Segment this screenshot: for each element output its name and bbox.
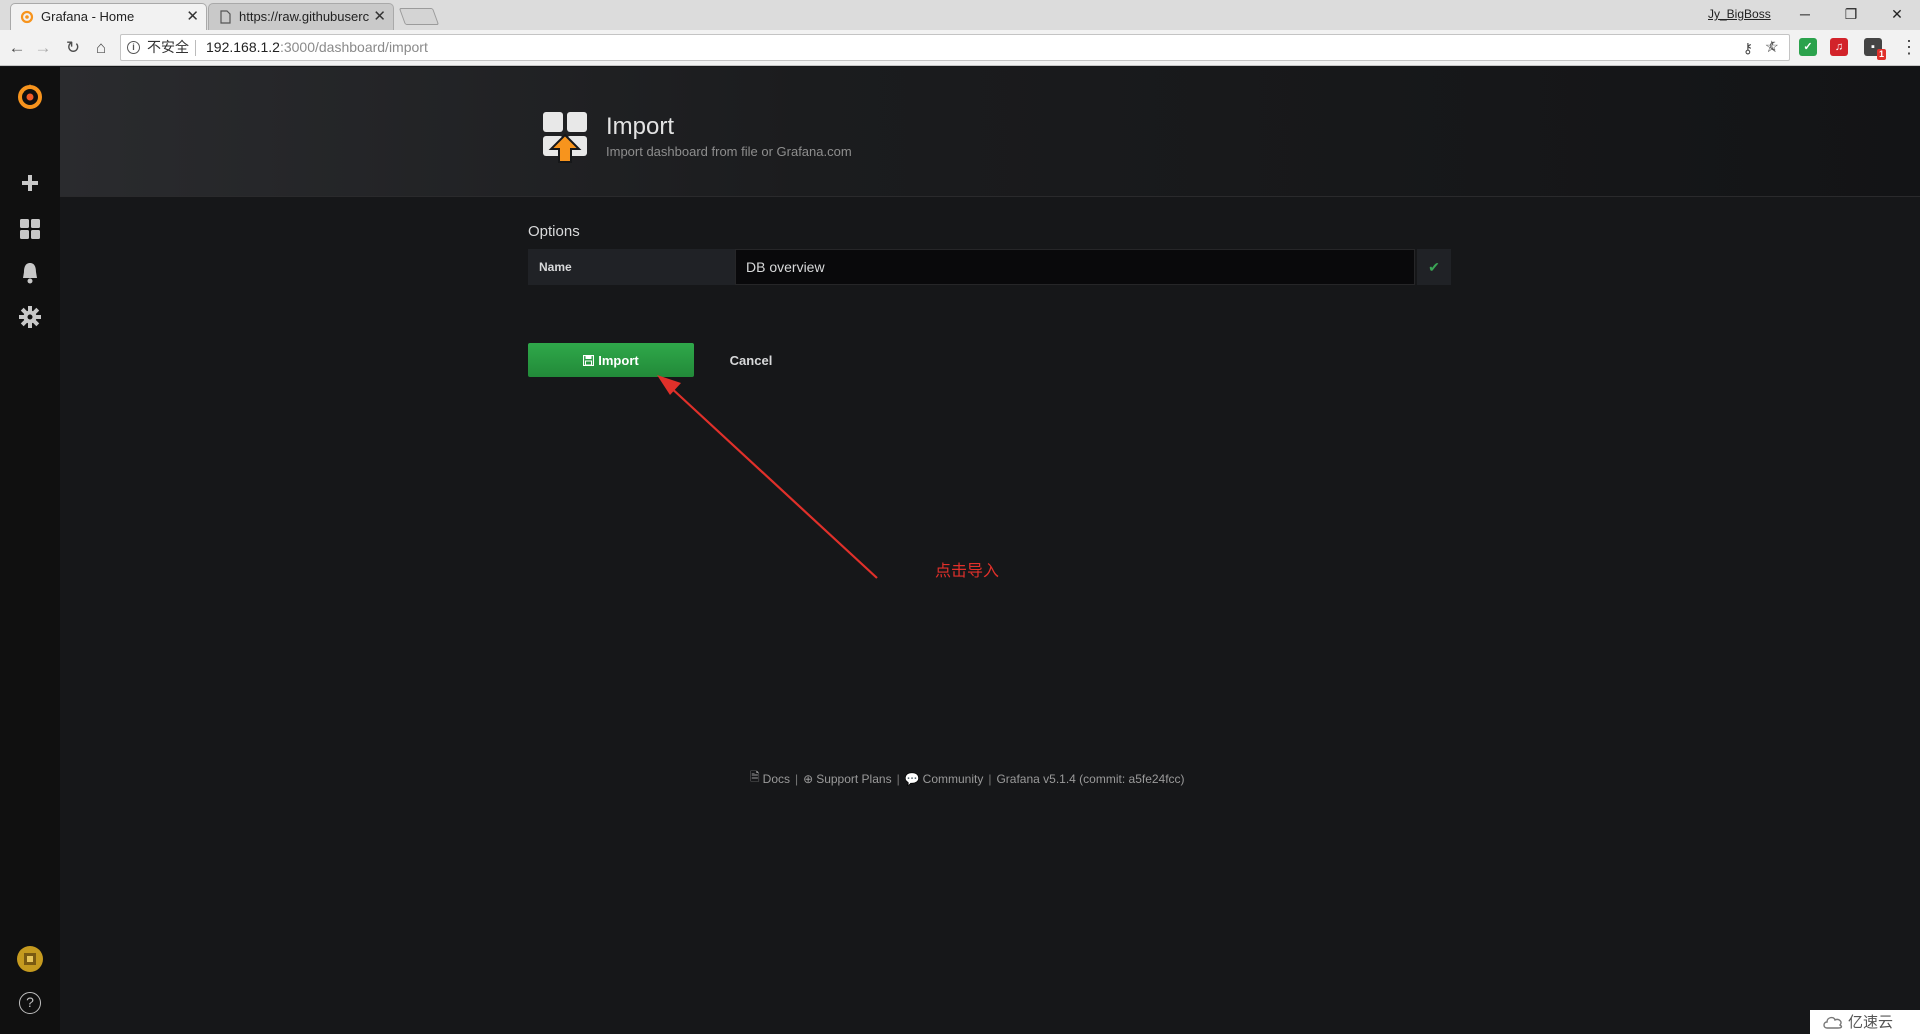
extension-badge: 1 <box>1876 49 1886 60</box>
footer-docs-link[interactable]: 🗎 Docs <box>750 768 790 789</box>
grid-icon <box>20 219 40 239</box>
url-path: :3000/dashboard/import <box>279 39 428 55</box>
watermark: 亿速云 <box>1810 1010 1920 1034</box>
tab-grafana-home[interactable]: Grafana - Home ✕ <box>10 3 207 30</box>
document-icon <box>220 10 231 24</box>
avatar <box>17 946 43 972</box>
browser-titlebar: Grafana - Home ✕ https://raw.githubuserc… <box>0 0 1920 30</box>
footer-support-label: Support Plans <box>816 771 892 786</box>
browser-menu-icon[interactable]: ⋮ <box>1900 36 1918 58</box>
footer-support-link[interactable]: ⊕ Support Plans <box>803 772 891 786</box>
footer-separator: | <box>795 771 799 786</box>
grafana-sidemenu: ? <box>0 67 60 1034</box>
divider <box>195 40 196 56</box>
footer-separator: | <box>896 771 900 786</box>
extension-notification-icon[interactable]: ▪ 1 <box>1864 38 1886 60</box>
home-icon[interactable]: ⌂ <box>88 35 114 61</box>
user-avatar[interactable] <box>0 939 60 979</box>
tab-title: Grafana - Home <box>41 9 135 24</box>
annotation-label: 点击导入 <box>935 561 1000 580</box>
dashboards-icon[interactable] <box>0 209 60 249</box>
tab-title: https://raw.githubuserc <box>239 9 370 24</box>
main-content: Import Import dashboard from file or Gra… <box>60 67 1920 1034</box>
configuration-gear-icon[interactable] <box>0 297 60 337</box>
help-glyph: ? <box>19 992 41 1014</box>
reload-icon[interactable]: ↻ <box>60 35 86 61</box>
footer-docs-label: Docs <box>762 771 790 786</box>
minimize-icon[interactable]: ─ <box>1785 2 1825 26</box>
gear-icon <box>19 306 41 328</box>
footer-version: Grafana v5.1.4 (commit: a5fe24fcc) <box>996 771 1185 786</box>
close-window-icon[interactable]: ✕ <box>1877 2 1917 26</box>
footer-separator: | <box>988 771 992 786</box>
key-icon[interactable]: ⚷ <box>1743 36 1753 61</box>
footer-community-link[interactable]: 💬 Community <box>905 772 984 786</box>
address-bar[interactable]: i 不安全 192.168.1.2:3000/dashboard/import … <box>120 34 1790 61</box>
footer-community-label: Community <box>922 771 984 786</box>
bell-icon <box>23 263 37 284</box>
tab-close-icon[interactable]: ✕ <box>373 4 386 30</box>
cloud-logo-icon <box>1823 1016 1843 1029</box>
url-text[interactable]: 192.168.1.2:3000/dashboard/import <box>206 35 428 60</box>
grafana-logo-icon <box>18 84 42 109</box>
alerting-bell-icon[interactable] <box>0 253 60 293</box>
url-host: 192.168.1.2 <box>206 39 280 55</box>
support-icon: ⊕ <box>803 771 814 786</box>
create-plus-icon[interactable] <box>0 163 60 203</box>
profile-name[interactable]: Jy_BigBoss <box>1708 7 1771 21</box>
comments-icon: 💬 <box>904 771 920 786</box>
forward-icon[interactable]: → <box>30 35 56 61</box>
security-label[interactable]: 不安全 <box>147 35 189 60</box>
browser-toolbar: ← → ↻ ⌂ i 不安全 192.168.1.2:3000/dashboard… <box>0 30 1920 66</box>
footer: 🗎 Docs | ⊕ Support Plans | 💬 Community | Gr… <box>750 768 1185 789</box>
annotation-arrow <box>657 375 878 579</box>
back-icon[interactable]: ← <box>4 35 30 61</box>
help-icon[interactable]: ? <box>0 983 60 1023</box>
plus-icon <box>22 175 38 191</box>
restore-icon[interactable]: ❐ <box>1831 2 1871 26</box>
new-tab-button[interactable] <box>398 8 440 25</box>
file-icon: 🗎 <box>750 770 760 784</box>
tab-close-icon[interactable]: ✕ <box>186 4 199 30</box>
info-icon[interactable]: i <box>127 41 140 54</box>
extension-moon-icon[interactable]: ☾ <box>1765 38 1783 56</box>
grafana-favicon-icon <box>20 10 34 24</box>
tab-github-raw[interactable]: https://raw.githubuserc ✕ <box>208 3 394 30</box>
watermark-text: 亿速云 <box>1848 1013 1894 1031</box>
extension-shield-icon[interactable]: ✓ <box>1799 38 1817 56</box>
extension-red-icon[interactable]: ♫ <box>1830 38 1848 56</box>
grafana-logo[interactable] <box>0 73 60 119</box>
